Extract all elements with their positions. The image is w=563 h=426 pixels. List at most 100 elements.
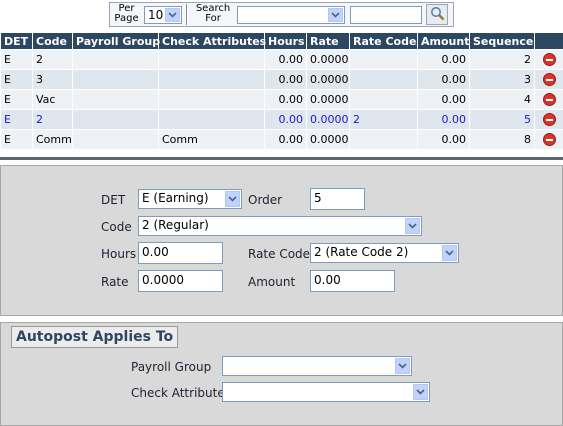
cell-sequence: 2 (469, 49, 535, 70)
search-field-select[interactable] (237, 6, 345, 24)
check-attribute-select[interactable] (222, 382, 430, 402)
cell-hours: 0.00 (264, 89, 307, 110)
delete-cell (534, 109, 563, 130)
cell-hours: 0.00 (264, 49, 307, 70)
delete-minus-icon[interactable] (542, 53, 556, 66)
code-select[interactable]: 2 (Regular) (138, 216, 422, 236)
cell-rate: 0.0000 (306, 89, 350, 110)
column-header-actions (534, 32, 563, 50)
chevron-down-icon (395, 358, 410, 374)
cell-rate: 0.0000 (306, 49, 350, 70)
table-header-row: DET Code Payroll Group Check Attributes … (0, 32, 563, 50)
per-page-value: 10 (148, 8, 164, 22)
table-row[interactable]: E 3 0.00 0.0000 0.00 3 (0, 69, 563, 90)
column-header-rate[interactable]: Rate (306, 32, 350, 50)
delete-cell (534, 49, 563, 70)
column-header-check-attributes[interactable]: Check Attributes (158, 32, 266, 50)
cell-rate-code (349, 69, 418, 90)
rate-value: 0.0000 (142, 273, 184, 287)
rate-code-label: Rate Code (248, 247, 311, 261)
cell-hours: 0.00 (264, 129, 307, 150)
column-header-sequence[interactable]: Sequence (469, 32, 535, 50)
autopost-title: Autopost Applies To (11, 326, 179, 348)
filter-toolbar: Per Page 10 Search For (109, 2, 454, 27)
column-header-amount[interactable]: Amount (417, 32, 470, 50)
cell-payroll-group (72, 129, 159, 150)
earnings-grid: DET Code Payroll Group Check Attributes … (0, 32, 563, 160)
search-for-label: Search For (195, 3, 231, 24)
per-page-select[interactable]: 10 (144, 6, 182, 24)
cell-hours: 0.00 (264, 109, 307, 130)
det-select[interactable]: E (Earning) (138, 189, 242, 209)
delete-minus-icon[interactable] (542, 133, 556, 146)
rate-code-value: 2 (Rate Code 2) (314, 245, 409, 259)
cell-det: E (0, 109, 33, 130)
cell-payroll-group (72, 109, 159, 130)
cell-amount: 0.00 (417, 109, 470, 130)
cell-rate: 0.0000 (306, 109, 350, 130)
code-label: Code (101, 220, 132, 234)
magnifier-icon (430, 6, 445, 24)
cell-amount: 0.00 (417, 89, 470, 110)
order-value: 5 (314, 191, 322, 205)
cell-rate-code: 2 (349, 109, 418, 130)
cell-code: 3 (32, 69, 73, 90)
amount-value: 0.00 (314, 273, 341, 287)
payroll-group-select[interactable] (222, 356, 412, 376)
column-header-code[interactable]: Code (32, 32, 73, 50)
amount-input[interactable]: 0.00 (310, 270, 395, 292)
table-row[interactable]: E Vac 0.00 0.0000 0.00 4 (0, 89, 563, 110)
det-value: E (Earning) (142, 191, 209, 205)
cell-sequence: 4 (469, 89, 535, 110)
cell-payroll-group (72, 49, 159, 70)
cell-rate: 0.0000 (306, 129, 350, 150)
rate-label: Rate (101, 275, 129, 289)
cell-payroll-group (72, 69, 159, 90)
cell-code: 2 (32, 49, 73, 70)
cell-check-attributes (158, 109, 265, 130)
cell-sequence: 3 (469, 69, 535, 90)
column-header-det[interactable]: DET (0, 32, 33, 50)
column-header-payroll-group[interactable]: Payroll Group (72, 32, 160, 50)
cell-det: E (0, 89, 33, 110)
delete-minus-icon[interactable] (542, 113, 556, 126)
delete-minus-icon[interactable] (542, 93, 556, 106)
table-row[interactable]: E Comm. Comm 0.00 0.0000 0.00 8 (0, 129, 563, 150)
check-attribute-label: Check Attribute (131, 386, 225, 400)
chevron-down-icon (165, 8, 180, 22)
delete-minus-icon[interactable] (542, 73, 556, 86)
table-row-selected[interactable]: E 2 0.00 0.0000 2 0.00 5 (0, 109, 563, 130)
cell-amount: 0.00 (417, 69, 470, 90)
hours-input[interactable]: 0.00 (138, 242, 223, 264)
cell-check-attributes (158, 69, 265, 90)
hours-label: Hours (101, 247, 137, 261)
cell-rate-code (349, 89, 418, 110)
payroll-group-label: Payroll Group (131, 360, 212, 374)
cell-rate: 0.0000 (306, 69, 350, 90)
cell-sequence: 8 (469, 129, 535, 150)
cell-det: E (0, 129, 33, 150)
amount-label: Amount (248, 275, 296, 289)
chevron-down-icon (225, 191, 240, 207)
earnings-table: DET Code Payroll Group Check Attributes … (0, 32, 563, 150)
cell-hours: 0.00 (264, 69, 307, 90)
order-input[interactable]: 5 (310, 188, 365, 210)
cell-check-attributes (158, 89, 265, 110)
delete-cell (534, 69, 563, 90)
detail-panel (0, 165, 563, 316)
cell-check-attributes: Comm (158, 129, 265, 150)
chevron-down-icon (413, 384, 428, 400)
search-input[interactable] (350, 6, 422, 24)
code-value: 2 (Regular) (142, 218, 209, 232)
delete-cell (534, 129, 563, 150)
search-button[interactable] (426, 4, 448, 25)
rate-input[interactable]: 0.0000 (138, 270, 223, 292)
table-row[interactable]: E 2 0.00 0.0000 0.00 2 (0, 49, 563, 70)
rate-code-select[interactable]: 2 (Rate Code 2) (310, 243, 459, 263)
column-header-rate-code[interactable]: Rate Code (349, 32, 418, 50)
cell-rate-code (349, 49, 418, 70)
cell-det: E (0, 49, 33, 70)
hours-value: 0.00 (142, 245, 169, 259)
delete-cell (534, 89, 563, 110)
column-header-hours[interactable]: Hours (264, 32, 307, 50)
